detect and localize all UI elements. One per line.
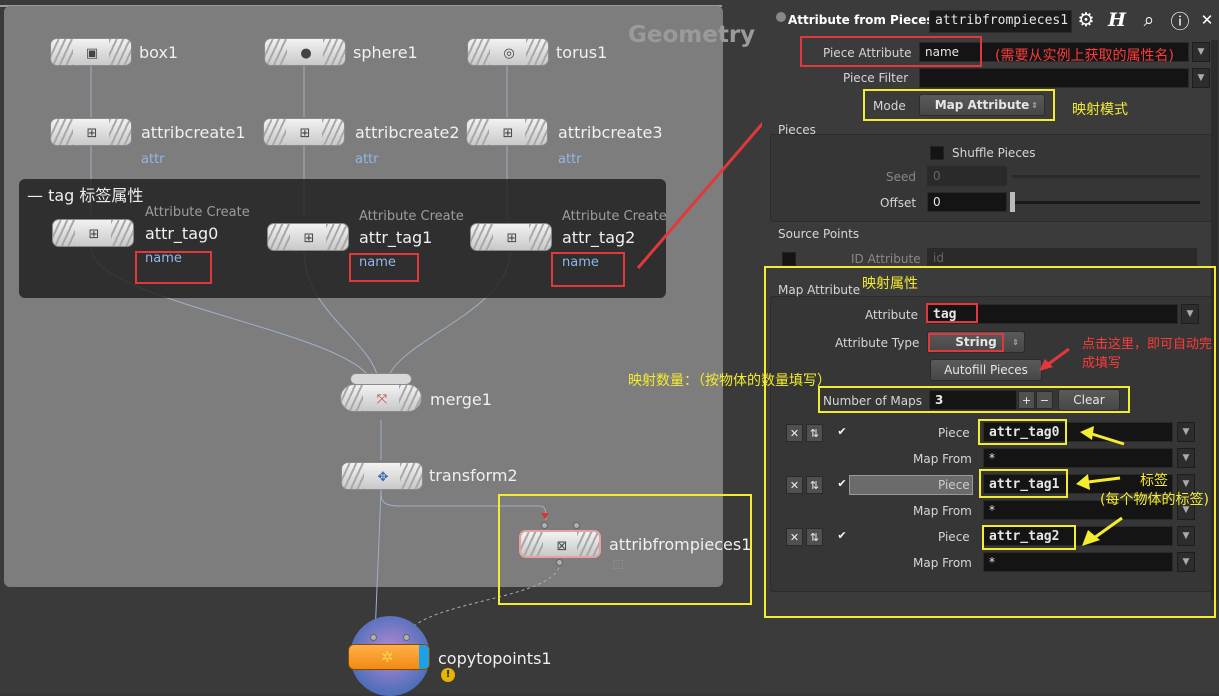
close-icon[interactable]: ✕ — [1196, 9, 1218, 31]
highlight-num-maps — [818, 386, 1130, 413]
highlight-tag1 — [979, 469, 1068, 498]
id-attr-field[interactable]: id — [927, 248, 1197, 268]
note-map-attribute: 映射属性 — [862, 276, 918, 292]
highlight-attribute-type — [928, 333, 1004, 352]
shuffle-checkbox[interactable] — [930, 146, 944, 160]
note-piece-attribute: (需要从实例上获取的属性名) — [995, 48, 1174, 64]
slider-handle[interactable] — [1010, 192, 1015, 212]
shuffle-label: Shuffle Pieces — [952, 146, 1036, 160]
note-num-maps: 映射数量：（按物体的数量填写） — [628, 373, 831, 389]
highlight-piece-attribute — [800, 36, 982, 67]
note-autofill-1: 点击这里，即可自动完 — [1082, 337, 1213, 352]
highlight-tag0 — [978, 419, 1067, 445]
highlight-attribute — [926, 303, 978, 323]
node-type-icon — [776, 12, 786, 22]
id-attr-label: ID Attribute — [851, 252, 921, 266]
pieces-title: Pieces — [778, 123, 816, 137]
autofill-arrow — [1039, 347, 1070, 371]
node-type-title: Attribute from Pieces — [788, 13, 934, 27]
seed-field[interactable]: 0 — [927, 166, 1007, 186]
info-icon[interactable]: ⓘ — [1169, 9, 1191, 33]
offset-label: Offset — [880, 196, 917, 210]
seed-slider[interactable] — [1012, 175, 1200, 178]
piece-filter-field[interactable] — [919, 68, 1189, 88]
note-tag-1: 标签 — [1140, 473, 1168, 489]
offset-slider[interactable] — [1012, 201, 1200, 204]
piece-filter-label: Piece Filter — [843, 71, 909, 85]
id-attr-checkbox[interactable] — [782, 252, 796, 266]
offset-field[interactable]: 0 — [927, 192, 1007, 212]
chevron-down-icon[interactable]: ▼ — [1192, 42, 1210, 62]
seed-label: Seed — [886, 170, 916, 184]
note-mode: 映射模式 — [1072, 102, 1128, 118]
search-icon[interactable]: ⌕ — [1138, 9, 1160, 31]
highlight-tag2 — [982, 525, 1076, 550]
highlight-mode — [863, 89, 1055, 121]
node-name-field[interactable]: attribfrompieces1 — [929, 10, 1072, 33]
gear-icon[interactable]: ⚙ — [1075, 9, 1097, 31]
help-h-icon[interactable]: H — [1106, 9, 1128, 31]
note-tag-2: (每个物体的标签) — [1100, 492, 1209, 508]
note-autofill-2: 成填写 — [1082, 356, 1122, 371]
source-points-title: Source Points — [778, 227, 860, 241]
chevron-down-icon[interactable]: ▼ — [1192, 68, 1210, 88]
